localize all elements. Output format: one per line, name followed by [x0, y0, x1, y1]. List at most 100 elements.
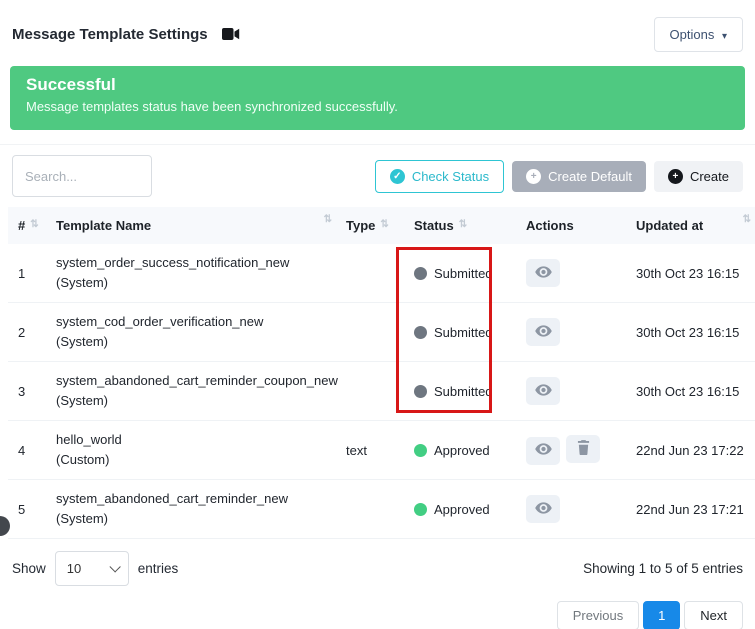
- status-label: Approved: [434, 502, 490, 517]
- options-button[interactable]: Options ▾: [654, 17, 743, 52]
- create-default-button[interactable]: + Create Default: [512, 161, 646, 192]
- view-button[interactable]: [526, 259, 560, 287]
- column-header-actions: Actions: [516, 207, 626, 244]
- page-title: Message Template Settings: [12, 26, 208, 43]
- template-kind: (System): [56, 332, 328, 352]
- toolbar-buttons: ✓ Check Status + Create Default + Create: [375, 160, 743, 193]
- check-status-label: Check Status: [412, 169, 489, 184]
- template-type: text: [336, 421, 404, 480]
- show-label: Show: [12, 561, 46, 576]
- create-default-label: Create Default: [548, 169, 632, 184]
- column-label: Updated at: [636, 218, 703, 233]
- table-row: 1 system_order_success_notification_new(S…: [8, 244, 755, 303]
- plus-circle-icon: +: [668, 169, 683, 184]
- updated-at: 30th Oct 23 16:15: [626, 244, 755, 303]
- column-label: Status: [414, 218, 454, 233]
- column-label: #: [18, 218, 25, 233]
- template-kind: (System): [56, 391, 328, 411]
- template-kind: (System): [56, 273, 328, 293]
- eye-icon: [535, 443, 552, 458]
- pagination: Previous 1 Next: [0, 586, 755, 629]
- plus-circle-icon: +: [526, 169, 541, 184]
- page-size-select[interactable]: 10: [55, 551, 129, 586]
- sort-icon: ⇅: [743, 214, 751, 225]
- eye-icon: [535, 384, 552, 399]
- eye-icon: [535, 502, 552, 517]
- template-type: [336, 303, 404, 362]
- status-dot: [414, 326, 427, 339]
- status-dot: [414, 503, 427, 516]
- view-button[interactable]: [526, 437, 560, 465]
- sort-icon: ⇅: [380, 219, 388, 230]
- status-label: Submitted: [434, 384, 493, 399]
- row-number: 4: [8, 421, 46, 480]
- sort-icon: ⇅: [30, 219, 38, 230]
- caret-down-icon: ▾: [722, 31, 727, 42]
- column-label: Template Name: [56, 218, 151, 233]
- page-header: Message Template Settings Options ▾: [0, 0, 755, 60]
- alert-message: Message templates status have been synch…: [26, 99, 729, 114]
- eye-icon: [535, 266, 552, 281]
- column-header-template-name[interactable]: Template Name ⇅: [46, 207, 336, 244]
- row-number: 1: [8, 244, 46, 303]
- table-row: 5system_abandoned_cart_reminder_new(Syst…: [8, 480, 755, 539]
- column-label: Actions: [526, 218, 574, 233]
- status-dot: [414, 444, 427, 457]
- table-header-row: #⇅ Template Name⇅ Type⇅ Status⇅ Actions …: [8, 207, 755, 244]
- status-dot: [414, 385, 427, 398]
- template-name: hello_world: [56, 430, 328, 450]
- status-label: Submitted: [434, 325, 493, 340]
- template-type: [336, 362, 404, 421]
- table-row: 4hello_world(Custom)textApproved22nd Jun…: [8, 421, 755, 480]
- row-number: 5: [8, 480, 46, 539]
- updated-at: 30th Oct 23 16:15: [626, 362, 755, 421]
- page-size-value: 10: [67, 561, 81, 576]
- status-label: Submitted: [434, 266, 493, 281]
- next-button[interactable]: Next: [684, 601, 743, 629]
- status-dot: [414, 267, 427, 280]
- column-header-type[interactable]: Type⇅: [336, 207, 404, 244]
- templates-table: #⇅ Template Name⇅ Type⇅ Status⇅ Actions …: [8, 207, 755, 539]
- template-name: system_order_success_notification_new: [56, 253, 328, 273]
- message-template-settings-page: Message Template Settings Options ▾ Succ…: [0, 0, 755, 629]
- template-name: system_abandoned_cart_reminder_coupon_ne…: [56, 371, 328, 391]
- column-header-updated-at[interactable]: Updated at ⇅: [626, 207, 755, 244]
- view-button[interactable]: [526, 318, 560, 346]
- row-number: 3: [8, 362, 46, 421]
- view-button[interactable]: [526, 495, 560, 523]
- delete-button[interactable]: [566, 435, 600, 463]
- status-label: Approved: [434, 443, 490, 458]
- table-footer: Show 10 entries Showing 1 to 5 of 5 entr…: [0, 539, 755, 586]
- sort-icon: ⇅: [324, 214, 332, 225]
- previous-button[interactable]: Previous: [557, 601, 640, 629]
- options-label: Options: [670, 27, 715, 42]
- template-kind: (Custom): [56, 450, 328, 470]
- trash-icon: [577, 440, 590, 458]
- alert-title: Successful: [26, 75, 729, 95]
- table-body: 1system_order_success_notification_new(S…: [8, 244, 755, 539]
- video-camera-icon: [222, 28, 240, 40]
- chevron-down-icon: [109, 561, 120, 572]
- updated-at: 22nd Jun 23 17:21: [626, 480, 755, 539]
- search-input[interactable]: [12, 155, 152, 197]
- column-header-number[interactable]: #⇅: [8, 207, 46, 244]
- toolbar: ✓ Check Status + Create Default + Create: [0, 144, 755, 207]
- success-alert: Successful Message templates status have…: [10, 66, 745, 130]
- updated-at: 30th Oct 23 16:15: [626, 303, 755, 362]
- template-kind: (System): [56, 509, 328, 529]
- column-header-status[interactable]: Status ⇅: [404, 207, 516, 244]
- sort-icon: ⇅: [459, 219, 467, 230]
- create-label: Create: [690, 169, 729, 184]
- row-number: 2: [8, 303, 46, 362]
- check-circle-icon: ✓: [390, 169, 405, 184]
- check-status-button[interactable]: ✓ Check Status: [375, 160, 504, 193]
- entries-summary: Showing 1 to 5 of 5 entries: [583, 561, 743, 576]
- view-button[interactable]: [526, 377, 560, 405]
- entries-label: entries: [138, 561, 179, 576]
- eye-icon: [535, 325, 552, 340]
- template-name: system_cod_order_verification_new: [56, 312, 328, 332]
- create-button[interactable]: + Create: [654, 161, 743, 192]
- page-1-button[interactable]: 1: [643, 601, 680, 629]
- template-type: [336, 244, 404, 303]
- table-row: 2 system_cod_order_verification_new(Syste…: [8, 303, 755, 362]
